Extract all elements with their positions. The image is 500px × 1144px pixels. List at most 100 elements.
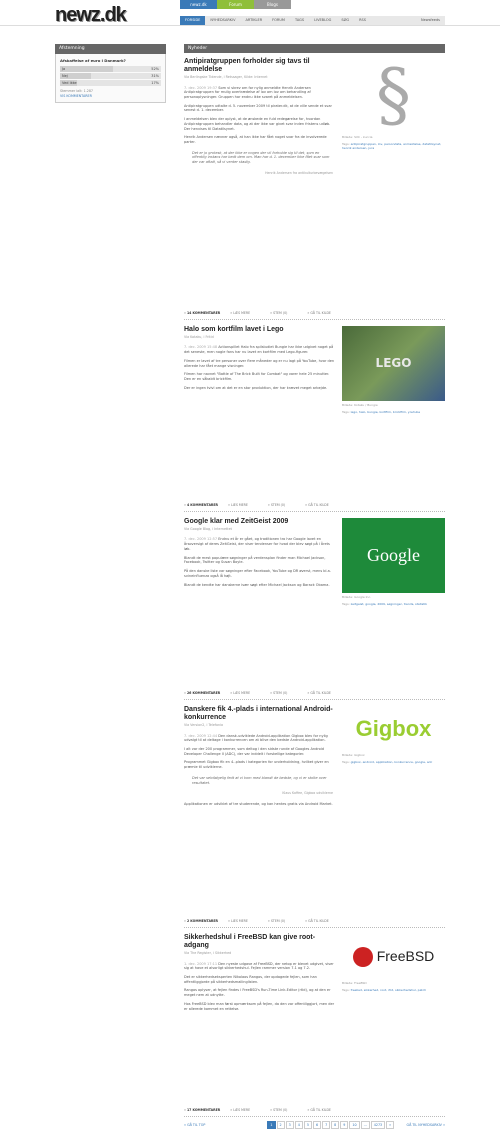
nav-item-sog[interactable]: SØG <box>336 18 354 23</box>
comments-link[interactable]: » 2 KOMMENTARER <box>184 919 218 923</box>
poll-option[interactable]: Nej 31% <box>60 73 161 80</box>
poll-option-label: Nej <box>62 73 68 78</box>
nav-item-tags[interactable]: TAGS <box>290 18 309 23</box>
image-caption: Billede: FreeBSD <box>342 981 367 985</box>
poll-option-percent: 17% <box>151 80 159 85</box>
read-more-link[interactable]: » LÆS MERE <box>230 1108 260 1112</box>
lego-figure-icon: LEGO <box>375 356 412 371</box>
nav-item-liveblog[interactable]: LIVEBLOG <box>309 18 336 23</box>
page-link[interactable]: 4 <box>294 1121 303 1129</box>
vote-link[interactable]: » STEM (0) <box>268 503 295 507</box>
article-paragraph: Applikationen er udviklet af tre studere… <box>184 801 333 806</box>
main-nav: FORSIDE NYHEDSARKIV ARTIKLER FORUM TAGS … <box>180 16 445 25</box>
top-tab-blogs[interactable]: Blogs <box>254 0 291 9</box>
source-link[interactable]: » GÅ TIL KILDE <box>307 1108 341 1112</box>
article-paragraph: Der er ingen tvivl om at det er en stor … <box>184 385 328 390</box>
gigbox-logo-icon: Gigbox <box>355 715 432 741</box>
tag-list[interactable]: antipiratgruppen, lov, persondata, anmel… <box>342 142 441 150</box>
read-more-link[interactable]: » LÆS MERE <box>228 503 258 507</box>
comments-link[interactable]: » 4 KOMMENTARER <box>184 503 218 507</box>
tag-list[interactable]: freebsd, sikkerhed, root, rtld, sikkerhe… <box>351 988 427 992</box>
article-paragraph: Antipiratgruppen udtalte d. 5. november … <box>184 103 332 113</box>
source-link[interactable]: » GÅ TIL KILDE <box>307 691 341 695</box>
article-tags: Tags: lego, halo, bungie, kortfilm, bric… <box>342 410 421 415</box>
article-quote: Det er jo grotesk, at der ikke er nogen … <box>192 150 330 165</box>
page-link[interactable]: 8 <box>331 1121 340 1129</box>
article-meta: Via The Register, i Sikkerhed <box>184 951 232 956</box>
page-link-last[interactable]: 4273 <box>370 1121 386 1129</box>
poll-option[interactable]: Ved ikke 17% <box>60 80 161 87</box>
page-link[interactable]: 6 <box>312 1121 322 1129</box>
poll-option[interactable]: Ja 52% <box>60 66 161 73</box>
google-logo-icon: Google <box>367 545 420 566</box>
article-paragraph: I alt var der 200 programmer, som deltog… <box>184 746 325 756</box>
sidebar: Afstemning Afskaffelse af euro i Danmark… <box>55 44 166 104</box>
article-paragraph: Henrik Andersen nævner også, at han ikke… <box>184 135 327 144</box>
article-paragraph: Blandt de kendte har danskerne især søgt… <box>184 582 330 587</box>
page-link-current[interactable]: 1 <box>267 1121 276 1129</box>
article-title[interactable]: Danskere fik 4.-plads i international An… <box>184 706 337 722</box>
read-more-link[interactable]: » LÆS MERE <box>228 919 258 923</box>
nav-item-rss[interactable]: RSS <box>354 18 371 23</box>
nav-item-forum[interactable]: FORUM <box>267 18 290 23</box>
page-link[interactable]: 3 <box>285 1121 294 1129</box>
page-list: 1 2 3 4 5 6 7 8 9 10 ... 4273 » <box>267 1121 395 1129</box>
news-archive-link[interactable]: GÅ TIL NYHEDSARKIV » <box>407 1123 445 1127</box>
tag-list[interactable]: lego, halo, bungie, kortfilm, brickfilm,… <box>351 410 421 414</box>
page-link[interactable]: 7 <box>322 1121 331 1129</box>
top-tab-forum[interactable]: Forum <box>217 0 254 9</box>
article-date: 7. dec. 2009 12:44 <box>184 733 218 738</box>
comments-link[interactable]: » 26 KOMMENTARER <box>184 691 220 695</box>
article-date: 7. dec. 2009 12:57 <box>184 537 218 542</box>
article-title[interactable]: Halo som kortfilm lavet i Lego <box>184 326 337 334</box>
go-to-top-link[interactable]: « GÅ TIL TOP <box>184 1123 205 1127</box>
vote-link[interactable]: » STEM (0) <box>268 919 295 923</box>
article-paragraph: Rangos oplyser, at fejlen findes i FreeB… <box>184 988 331 998</box>
article-footer: » 14 KOMMENTARER » LÆS MERE » STEM (0) »… <box>184 311 445 315</box>
source-link[interactable]: » GÅ TIL KILDE <box>305 919 339 923</box>
vote-link[interactable]: » STEM (0) <box>270 1108 297 1112</box>
vote-link[interactable]: » STEM (0) <box>270 311 297 315</box>
read-more-link[interactable]: » LÆS MERE <box>230 691 260 695</box>
tag-list[interactable]: zeitgeist, google, 2009, søgninger, tren… <box>351 602 427 606</box>
article: Antipiratgruppen forholder sig tavs til … <box>184 58 445 320</box>
article-paragraph: Programmet Gigbox fik en 4.-plads i kate… <box>184 760 329 770</box>
comments-link[interactable]: » 17 KOMMENTARER <box>184 1108 220 1112</box>
top-tab-newz[interactable]: newz.dk <box>180 0 217 9</box>
article-body: Antipiratgruppen forholder sig tavs til … <box>184 58 337 181</box>
page-next[interactable]: » <box>386 1121 395 1129</box>
source-link[interactable]: » GÅ TIL KILDE <box>307 311 341 315</box>
vote-link[interactable]: » STEM (0) <box>270 691 297 695</box>
article-title[interactable]: Sikkerhedshul i FreeBSD kan give root-ad… <box>184 934 337 950</box>
comments-link[interactable]: » 14 KOMMENTARER <box>184 311 220 315</box>
poll-comments-link[interactable]: VIS KOMMENTARER <box>60 94 161 98</box>
article-quote: Det var selvfølgelig fedt at vi kom med … <box>192 775 327 785</box>
nav-item-artikler[interactable]: ARTIKLER <box>241 18 268 23</box>
article-date: 1. dec. 2009 17:11 <box>184 961 218 966</box>
article-title[interactable]: Google klar med ZeitGeist 2009 <box>184 518 337 526</box>
page-link[interactable]: 10 <box>349 1121 360 1129</box>
read-more-link[interactable]: » LÆS MERE <box>230 311 260 315</box>
site-logo[interactable]: newz.dk <box>55 2 127 29</box>
source-link[interactable]: » GÅ TIL KILDE <box>305 503 339 507</box>
article: Sikkerhedshul i FreeBSD kan give root-ad… <box>184 928 445 1117</box>
nav-newsfeeds[interactable]: Newsfeeds <box>416 18 445 23</box>
image-caption: Billede: Gigbox <box>342 753 365 757</box>
page-link[interactable]: 5 <box>303 1121 312 1129</box>
article-paragraph: Det er sikkerhedseksperten Nikolaos Rang… <box>184 974 317 984</box>
article-title[interactable]: Antipiratgruppen forholder sig tavs til … <box>184 58 337 74</box>
page-link[interactable]: 2 <box>276 1121 285 1129</box>
nav-item-forside[interactable]: FORSIDE <box>180 16 206 25</box>
nav-item-nyhedsarkiv[interactable]: NYHEDSARKIV <box>205 18 240 23</box>
article-paragraph: Filmen har navnet "Battle of The Brick B… <box>184 372 330 382</box>
image-caption: Billede: Google Inc. <box>342 595 372 599</box>
article-paragraph: Filmen er lavet af tre personer over fle… <box>184 358 335 368</box>
article: Halo som kortfilm lavet i Lego Via Kotak… <box>184 320 445 512</box>
section-title: Nyheder <box>184 44 445 53</box>
image-caption: Billede: SXC - kuccia <box>342 135 373 139</box>
tag-list[interactable]: gigbox, android, applikation, konkurrenc… <box>351 760 433 764</box>
page-link[interactable]: 9 <box>340 1121 349 1129</box>
article-body: Sikkerhedshul i FreeBSD kan give root-ad… <box>184 928 337 1015</box>
poll-box: Afskaffelse af euro i Danmark? Ja 52% Ne… <box>55 54 166 104</box>
article-paragraph: I anmeldelsen blev der oplyst, at de øns… <box>184 117 331 131</box>
